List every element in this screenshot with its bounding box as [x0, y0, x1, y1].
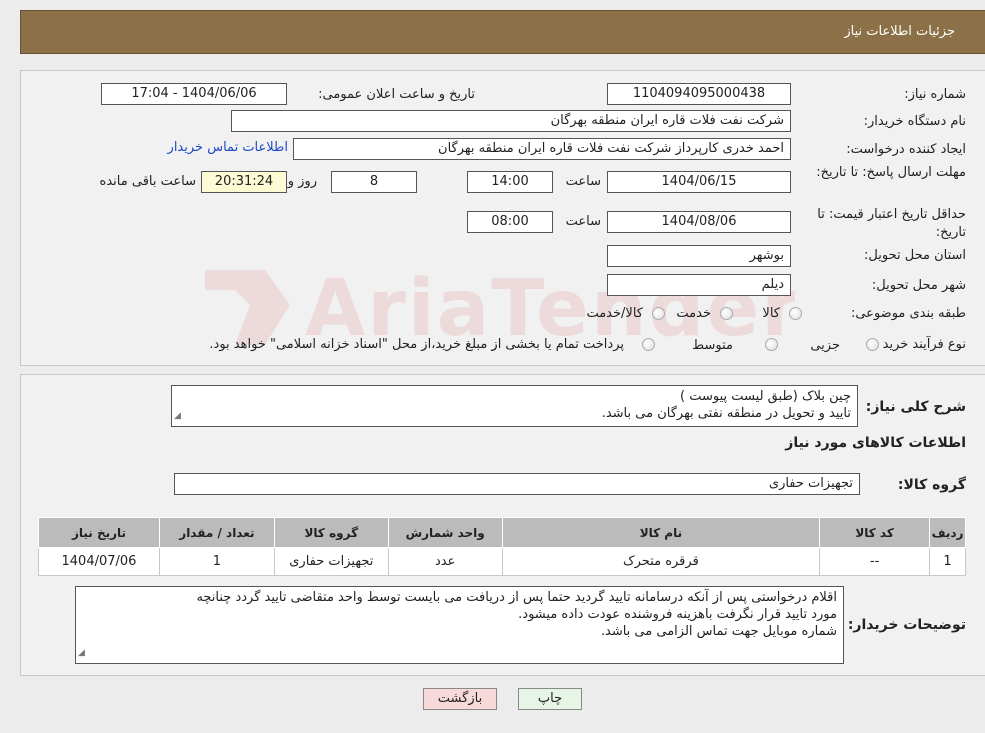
page-title: جزئیات اطلاعات نیاز: [844, 24, 955, 39]
validity-time-field[interactable]: 08:00: [467, 211, 553, 233]
category-option-service: خدمت: [676, 306, 711, 321]
cell-group: تجهیزات حفاری: [273, 547, 389, 576]
description-line-1: چین بلاک (طبق لیست پیوست ): [680, 389, 851, 404]
buyer-notes-line-1: اقلام درخواستی پس از آنکه درسامانه تایید…: [196, 590, 837, 605]
resize-grip-icon[interactable]: ◢: [78, 645, 85, 662]
days-remaining-field[interactable]: 8: [331, 171, 417, 193]
col-need-date: تاریخ نیاز: [38, 517, 160, 548]
category-radio-service[interactable]: [720, 307, 733, 320]
goods-group-field[interactable]: تجهیزات حفاری: [174, 473, 860, 495]
province-label: استان محل تحویل:: [864, 248, 966, 263]
col-unit: واحد شمارش: [387, 517, 503, 548]
cell-code: --: [819, 547, 931, 576]
print-button[interactable]: چاپ: [518, 688, 582, 710]
col-code: کد کالا: [819, 517, 931, 548]
days-label: روز و: [287, 174, 317, 189]
goods-group-label: گروه کالا:: [897, 477, 966, 493]
buyer-notes-line-3: شماره موبایل جهت تماس الزامی می باشد.: [600, 624, 837, 639]
process-note: پرداخت تمام یا بخشی از مبلغ خرید،از محل …: [209, 337, 624, 352]
process-radio-medium[interactable]: [765, 338, 778, 351]
deadline-time-label: ساعت: [565, 174, 601, 189]
buyer-org-field[interactable]: شرکت نفت فلات قاره ایران منطقه بهرگان: [231, 110, 791, 132]
province-field[interactable]: بوشهر: [607, 245, 791, 267]
buyer-contact-link[interactable]: اطلاعات تماس خریدار: [168, 140, 288, 155]
category-label: طبقه بندی موضوعی:: [850, 306, 966, 321]
goods-table: ردیف کد کالا نام کالا واحد شمارش گروه کا…: [38, 517, 966, 576]
cell-unit: عدد: [387, 547, 503, 576]
back-button[interactable]: بازگشت: [423, 688, 497, 710]
deadline-label: مهلت ارسال پاسخ: تا تاریخ:: [816, 165, 966, 180]
validity-date-field[interactable]: 1404/08/06: [607, 211, 791, 233]
validity-label: حداقل تاریخ اعتبار قیمت: تا تاریخ:: [817, 207, 966, 240]
announce-datetime-field[interactable]: 1404/06/06 - 17:04: [101, 83, 287, 105]
process-option-medium: متوسط: [692, 338, 733, 353]
deadline-time-field[interactable]: 14:00: [467, 171, 553, 193]
category-radio-goods[interactable]: [789, 307, 802, 320]
table-header-row: ردیف کد کالا نام کالا واحد شمارش گروه کا…: [38, 517, 966, 548]
deadline-date-field[interactable]: 1404/06/15: [607, 171, 791, 193]
col-quantity: تعداد / مقدار: [158, 517, 275, 548]
col-name: نام کالا: [501, 517, 821, 548]
description-textarea[interactable]: چین بلاک (طبق لیست پیوست ) تایید و تحویل…: [171, 385, 858, 427]
cell-row: 1: [929, 547, 966, 576]
category-option-goods-service: کالا/خدمت: [586, 306, 643, 321]
col-group: گروه کالا: [273, 517, 389, 548]
col-row: ردیف: [929, 517, 966, 548]
buyer-notes-label: توضیحات خریدار:: [847, 617, 966, 633]
city-label: شهر محل تحویل:: [871, 278, 966, 293]
page-header: جزئیات اطلاعات نیاز: [20, 10, 985, 54]
resize-grip-icon[interactable]: ◢: [174, 408, 181, 425]
buyer-notes-line-2: مورد تایید قرار نگرفت باهزینه فروشنده عو…: [518, 607, 837, 622]
cell-need-date: 1404/07/06: [38, 547, 160, 576]
goods-section-title: اطلاعات کالاهای مورد نیاز: [785, 435, 966, 451]
cell-name: قرقره متحرک: [501, 547, 821, 576]
description-line-2: تایید و تحویل در منطقه نفتی بهرگان می با…: [601, 406, 851, 421]
category-option-goods: کالا: [762, 306, 780, 321]
remaining-time-field[interactable]: 20:31:24: [201, 171, 287, 193]
creator-field[interactable]: احمد خدری کارپرداز شرکت نفت فلات قاره ای…: [293, 138, 791, 160]
process-option-minor: جزیی: [810, 338, 840, 353]
description-label: شرح کلی نیاز:: [865, 399, 966, 415]
creator-label: ایجاد کننده درخواست:: [846, 142, 966, 157]
buyer-notes-textarea[interactable]: اقلام درخواستی پس از آنکه درسامانه تایید…: [75, 586, 844, 664]
cell-quantity: 1: [158, 547, 275, 576]
table-row: 1 -- قرقره متحرک عدد تجهیزات حفاری 1 140…: [38, 547, 966, 576]
buyer-org-label: نام دستگاه خریدار:: [863, 114, 966, 129]
announce-label: تاریخ و ساعت اعلان عمومی:: [318, 87, 475, 102]
process-label: نوع فرآیند خرید :: [874, 337, 966, 352]
process-radio-minor[interactable]: [866, 338, 879, 351]
process-radio-treasury[interactable]: [642, 338, 655, 351]
remaining-time-label: ساعت باقی مانده: [99, 174, 196, 189]
category-radio-goods-service[interactable]: [652, 307, 665, 320]
validity-time-label: ساعت: [565, 214, 601, 229]
need-number-field[interactable]: 1104094095000438: [607, 83, 791, 105]
city-field[interactable]: دیلم: [607, 274, 791, 296]
need-number-label: شماره نیاز:: [904, 87, 966, 102]
